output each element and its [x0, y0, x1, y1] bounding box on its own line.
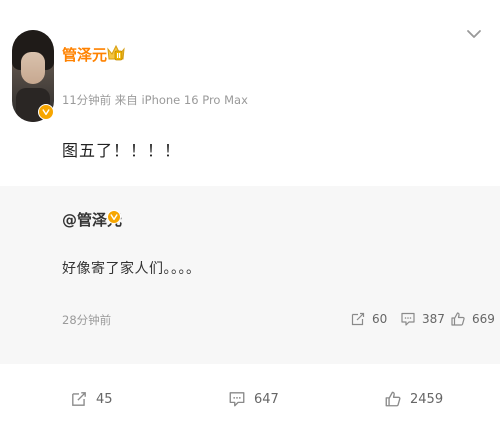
weibo-post: 管泽元 11分钟前 来自 iPhone 16 Pro Max 图五了！！！！ @…	[0, 0, 500, 440]
comment-count: 647	[254, 391, 279, 407]
reposted-content[interactable]: @管泽元 好像寄了家人们。。。。 28分钟前 60 387 669	[0, 186, 500, 364]
repost-comment-button[interactable]: 387	[400, 309, 445, 329]
repost-repost-button[interactable]: 60	[350, 309, 387, 329]
chevron-down-icon[interactable]	[466, 28, 482, 40]
verified-badge-icon	[107, 210, 121, 224]
comment-button[interactable]: 647	[228, 386, 279, 412]
repost-repost-count: 60	[372, 312, 388, 326]
repost-comment-count: 387	[422, 312, 445, 326]
repost-like-count: 669	[472, 312, 495, 326]
repost-icon	[351, 312, 365, 326]
post-meta: 11分钟前 来自 iPhone 16 Pro Max	[62, 93, 248, 107]
verified-badge-icon	[38, 104, 54, 120]
repost-icon	[72, 392, 86, 406]
like-button[interactable]: 2459	[384, 386, 443, 412]
repost-like-button[interactable]: 669	[450, 309, 495, 329]
thumbs-up-icon	[451, 312, 465, 326]
crown-icon	[107, 44, 125, 61]
repost-button[interactable]: 45	[70, 386, 113, 412]
comment-icon	[229, 392, 245, 407]
post-author-name[interactable]: 管泽元	[62, 44, 107, 65]
avatar-face	[21, 52, 45, 84]
post-text: 图五了！！！！	[62, 141, 182, 160]
repost-time: 28分钟前	[62, 313, 112, 327]
repost-count: 45	[96, 391, 113, 407]
repost-text: 好像寄了家人们。。。。	[62, 261, 201, 277]
like-count: 2459	[410, 391, 444, 407]
comment-icon	[401, 312, 415, 326]
thumbs-up-icon	[385, 391, 401, 407]
